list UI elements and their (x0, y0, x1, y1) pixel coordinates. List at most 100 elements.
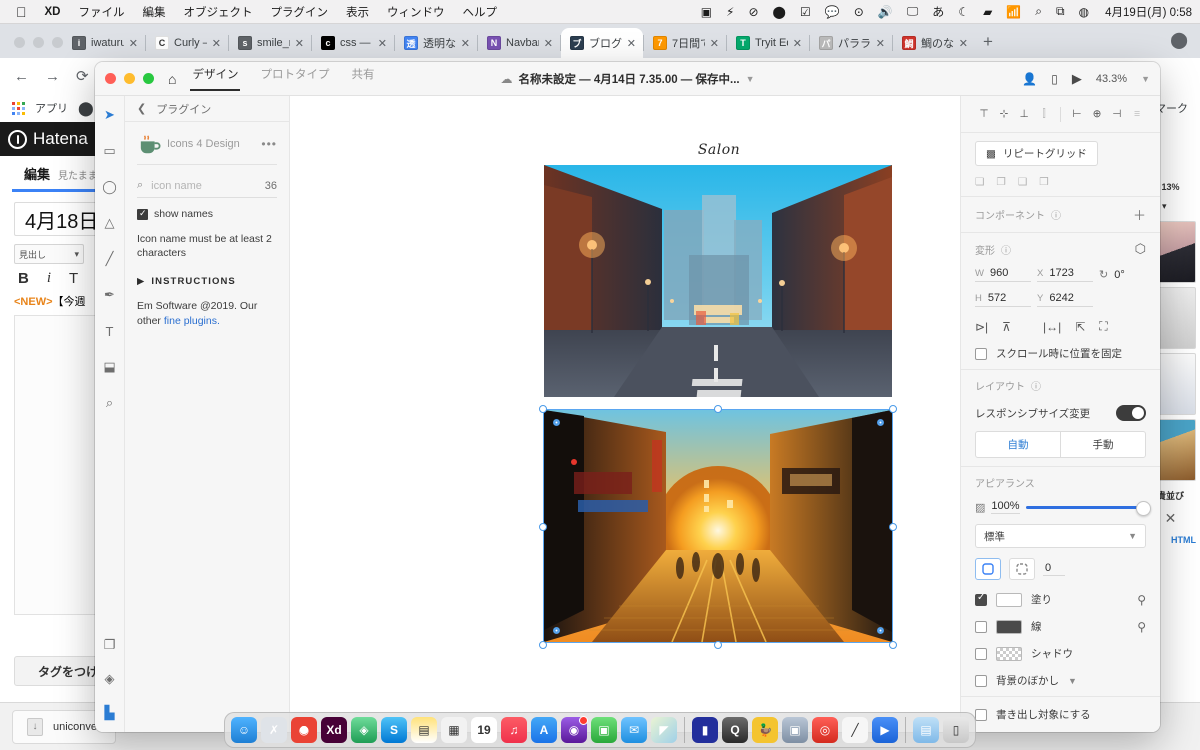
dock-item-launchpad[interactable]: ▦ (441, 717, 467, 743)
chevron-left-icon[interactable]: ❮ (137, 102, 146, 115)
dock-item-podcasts[interactable]: ◉ (561, 716, 588, 743)
assets-panel-icon[interactable]: ❐ (101, 636, 119, 654)
fit-to-content-icon[interactable]: ⛶ (1099, 319, 1107, 334)
align-left-icon[interactable]: ⊢ (1068, 104, 1086, 124)
eyedropper-icon[interactable]: ⚲ (1137, 620, 1146, 634)
boolean-add-icon[interactable]: ❏ (975, 176, 984, 188)
shadow-checkbox[interactable] (975, 647, 987, 660)
mobile-preview-icon[interactable]: ▯ (1051, 72, 1058, 86)
responsive-resize-toggle[interactable] (1116, 405, 1146, 421)
ellipse-tool[interactable]: ◯ (101, 178, 119, 196)
close-icon[interactable]: ✕ (710, 37, 719, 50)
browser-tab[interactable]: N Navbar ✕ (478, 28, 560, 58)
no-entry-icon[interactable]: ⊘ (748, 5, 758, 19)
dock-item-sketch-like[interactable]: ◈ (351, 717, 377, 743)
dock-item-vscode[interactable]: ✗ (261, 717, 287, 743)
apps-grid-icon[interactable] (12, 101, 25, 115)
browser-tab[interactable]: c css — b ✕ (312, 28, 394, 58)
dock-item-notes[interactable]: ▤ (411, 717, 437, 743)
tab-edit[interactable]: 編集 (24, 164, 50, 183)
background-blur-checkbox[interactable] (975, 674, 987, 687)
moon-icon[interactable]: ☾ (958, 5, 969, 19)
back-icon[interactable]: ← (14, 68, 29, 85)
bolt-icon[interactable]: ⚡ (726, 5, 734, 19)
resize-handle-bottom-left[interactable] (539, 641, 547, 649)
cube-icon[interactable]: ⬡ (1135, 241, 1146, 257)
layers-panel-icon[interactable]: ◈ (101, 670, 119, 688)
new-tab-button[interactable]: + (975, 32, 1001, 58)
blend-mode-select[interactable]: 標準 ▼ (975, 524, 1146, 548)
chevron-down-icon[interactable]: ▾ (1162, 201, 1167, 212)
resize-manual-button[interactable]: 手動 (1060, 432, 1145, 457)
siri-icon[interactable]: ◍ (1079, 5, 1089, 19)
close-icon[interactable]: ✕ (544, 37, 553, 50)
chevron-down-icon[interactable]: ▼ (1141, 74, 1150, 84)
more-horizontal-icon[interactable]: ••• (261, 137, 277, 151)
wifi-icon[interactable]: 📶 (1006, 5, 1021, 19)
border-row[interactable]: 線 ⚲ (975, 619, 1146, 634)
fix-position-row[interactable]: スクロール時に位置を固定 (975, 346, 1146, 361)
export-checkbox[interactable] (975, 708, 987, 721)
xd-maximize-button[interactable] (143, 73, 154, 84)
chevron-down-icon[interactable]: ▼ (1068, 676, 1077, 686)
close-icon[interactable]: ✕ (212, 37, 221, 50)
apps-label[interactable]: アプリ (35, 100, 68, 116)
background-blur-row[interactable]: 背景のぼかし ▼ (975, 673, 1146, 688)
close-icon[interactable]: ✕ (295, 37, 304, 50)
fill-checkbox[interactable] (975, 592, 987, 606)
image-evening-street[interactable] (544, 165, 892, 397)
browser-tab[interactable]: C Curly – ✕ (146, 28, 228, 58)
plus-icon[interactable]: ＋ (1133, 205, 1146, 224)
tab-prototype[interactable]: プロトタイプ (260, 66, 329, 91)
x-value[interactable]: 1723 (1049, 267, 1073, 279)
play-circle-icon[interactable]: ⊙ (854, 5, 864, 19)
browser-tab[interactable]: パパララッ ✕ (810, 28, 892, 58)
menu-app-name[interactable]: XD (45, 6, 61, 18)
xd-canvas[interactable]: Salon (290, 96, 960, 732)
browser-tab[interactable]: 7 7日間で ✕ (644, 28, 726, 58)
dock-item-creative-cloud[interactable]: ◎ (812, 717, 838, 743)
dock-item-duck-app[interactable]: 🦆 (752, 717, 778, 743)
polygon-tool[interactable]: △ (101, 214, 119, 232)
instructions-toggle[interactable]: ▶ INSTRUCTIONS (137, 276, 277, 287)
flip-vertical-icon[interactable]: ⊼ (1002, 320, 1011, 334)
resize-handle-bottom-center[interactable] (714, 641, 722, 649)
home-icon[interactable]: ⌂ (168, 71, 176, 87)
y-value[interactable]: 6242 (1049, 292, 1073, 304)
boolean-exclude-icon[interactable]: ❒ (1039, 176, 1048, 188)
menu-bar-clock[interactable]: 4月19日(月) 0:58 (1105, 4, 1192, 20)
dock-item-app-store[interactable]: A (531, 717, 557, 743)
align-top-icon[interactable]: ⊤ (975, 104, 993, 124)
close-icon[interactable]: ✕ (378, 37, 387, 50)
close-icon[interactable]: ✕ (793, 37, 802, 50)
browser-close-button[interactable] (14, 37, 25, 48)
close-icon[interactable]: ✕ (129, 37, 138, 50)
menu-window[interactable]: ウィンドウ (387, 4, 445, 20)
dock-item-maps[interactable]: ◤ (651, 717, 677, 743)
dock-item-line[interactable]: ▣ (591, 717, 617, 743)
browser-tab[interactable]: 鯛鯛のない ✕ (893, 28, 975, 58)
menu-file[interactable]: ファイル (78, 4, 124, 20)
screen-recording-icon[interactable]: ▣ (701, 5, 712, 19)
corner-all-icon[interactable] (975, 558, 1001, 580)
artboard[interactable]: Salon (539, 120, 897, 720)
bookmark-manager-label[interactable]: マーク (1155, 100, 1200, 116)
resize-handle-bottom-right[interactable] (889, 641, 897, 649)
distribute-vertical-icon[interactable]: ⫿ (1035, 104, 1053, 124)
forward-icon[interactable]: → (45, 68, 60, 85)
info-icon[interactable]: ⓘ (1031, 378, 1041, 393)
icon-count[interactable]: 36 (265, 180, 277, 192)
dock-item-mail[interactable]: ✉ (621, 717, 647, 743)
rectangle-tool[interactable]: ▭ (101, 142, 119, 160)
zoom-level[interactable]: 43.3% (1096, 73, 1127, 85)
invite-person-icon[interactable]: 👤 (1022, 72, 1037, 86)
menu-edit[interactable]: 編集 (142, 4, 165, 20)
browser-tab[interactable]: i iwaturu ✕ (63, 28, 145, 58)
tab-share[interactable]: 共有 (351, 66, 374, 91)
dock-item-calendar[interactable]: 19 (471, 717, 497, 743)
fine-plugins-link[interactable]: fine plugins. (164, 315, 220, 327)
dock-item-skype[interactable]: S (381, 717, 407, 743)
pen-tool[interactable]: ✒ (101, 286, 119, 304)
menu-view[interactable]: 表示 (346, 4, 369, 20)
rotate-icon[interactable]: ↻ (1099, 268, 1108, 281)
